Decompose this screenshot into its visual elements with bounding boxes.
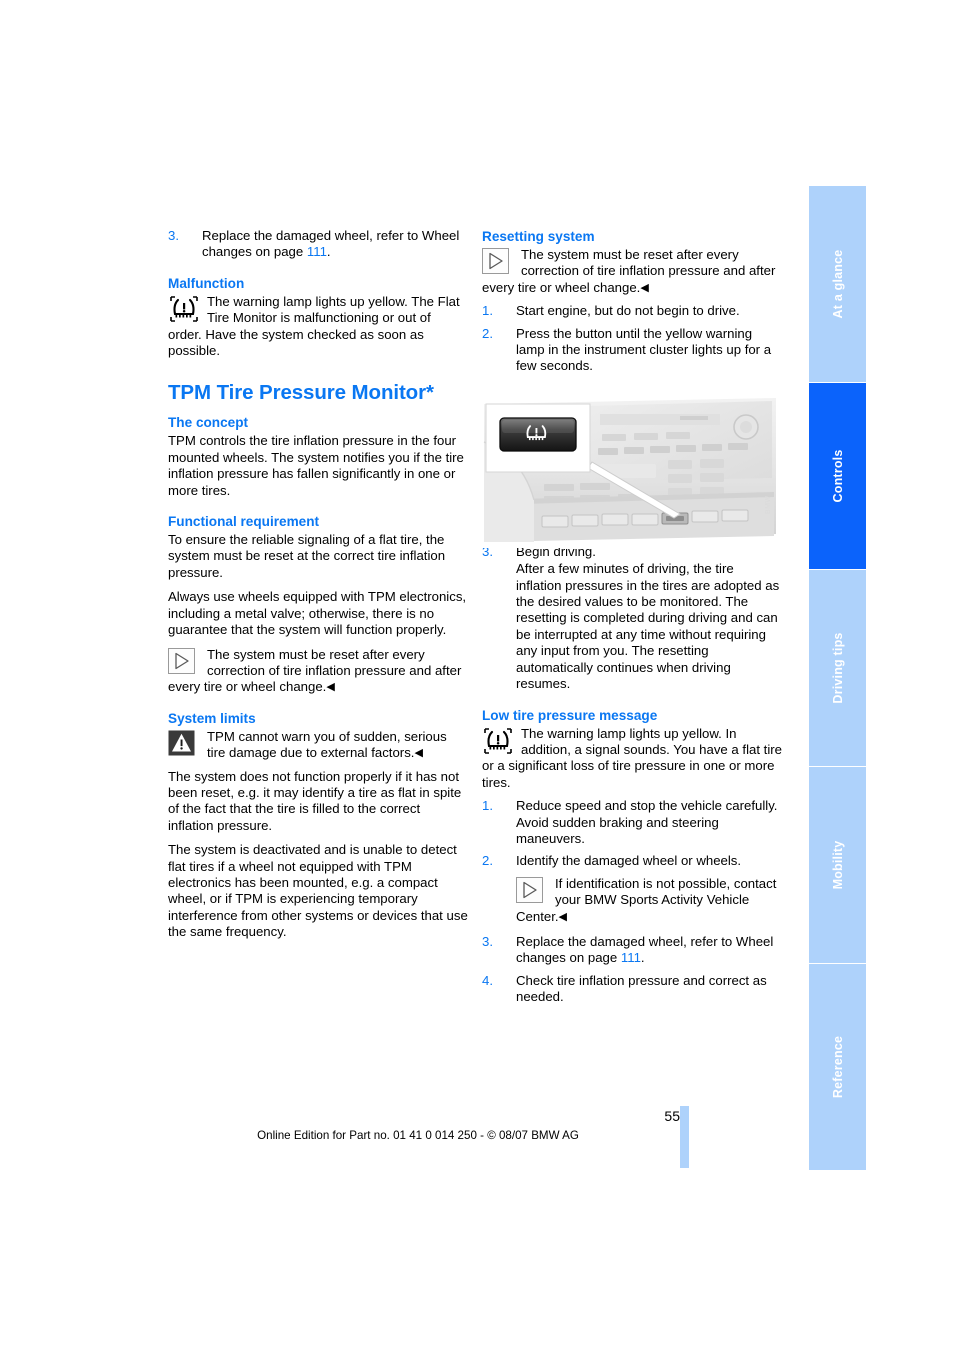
low-pressure-note: If identification is not possible, conta… (516, 876, 782, 925)
section-tab-strip: At a glance Controls Driving tips Mobili… (809, 186, 866, 1170)
step-number: 3. (482, 933, 493, 949)
system-limits-warning: TPM cannot warn you of sudden, serious t… (168, 729, 468, 762)
heading-the-concept: The concept (168, 415, 249, 431)
concept-paragraph: TPM controls the tire inflation pressure… (168, 433, 464, 498)
step-text-end: . (640, 950, 645, 966)
step-text: Check tire inflation pressure and correc… (516, 972, 767, 1005)
tab-label: Controls (830, 449, 845, 503)
sidebar-item-mobility[interactable]: Mobility (809, 767, 866, 963)
manual-page: 3. Replace the damaged wheel, refer to Wh… (0, 0, 954, 1350)
end-mark: ◀ (326, 681, 335, 694)
sidebar-item-driving-tips[interactable]: Driving tips (809, 570, 866, 766)
note-triangle-icon (168, 647, 202, 678)
center-console-tpm-button-illustration: BMW (482, 396, 778, 548)
resetting-note: The system must be reset after every cor… (482, 247, 782, 296)
functional-note-text: The system must be reset after every cor… (168, 646, 462, 695)
end-mark: ◀ (414, 747, 423, 760)
list-item: 3. Replace the damaged wheel, refer to Wh… (168, 228, 468, 261)
list-item: 2. Identify the damaged wheel or wheels. (482, 853, 782, 869)
list-item: 3. Replace the damaged wheel, refer to Wh… (482, 934, 782, 967)
low-pressure-warning: The warning lamp lights up yellow. In ad… (482, 726, 782, 792)
low-pressure-warning-text: The warning lamp lights up yellow. In ad… (482, 725, 783, 790)
list-item: 2. Press the button until the yellow warn… (482, 326, 782, 375)
heading-low-tire-pressure-message: Low tire pressure message (482, 707, 658, 723)
tire-warning-icon (482, 727, 516, 757)
tab-label: Driving tips (830, 632, 845, 704)
list-item: 4. Check tire inflation pressure and corr… (482, 973, 782, 1006)
svg-text:BMW: BMW (765, 495, 772, 514)
step-number: 1. (482, 798, 493, 814)
top-step-list: 3. Replace the damaged wheel, refer to Wh… (168, 228, 468, 261)
page-number-bar (680, 1106, 689, 1168)
low-pressure-note-text: If identification is not possible, conta… (516, 875, 777, 924)
step-number: 2. (482, 325, 493, 341)
step-text: Press the button until the yellow warnin… (516, 325, 772, 374)
system-limits-paragraph-1: The system does not function properly if… (168, 768, 462, 833)
malfunction-note: The warning lamp lights up yellow. The F… (168, 294, 468, 360)
footer-imprint: Online Edition for Part no. 01 41 0 014 … (257, 1129, 579, 1142)
tab-label: Mobility (830, 840, 845, 890)
end-mark: ◀ (640, 281, 649, 294)
list-item: 1. Start engine, but do not begin to driv… (482, 303, 782, 319)
step-number: 2. (482, 853, 493, 869)
step-text: Replace the damaged wheel, refer to Whee… (202, 228, 460, 260)
tire-warning-icon (168, 295, 202, 325)
step-text-end: . (326, 244, 331, 260)
list-item: 3. Begin driving. After a few minutes of … (482, 544, 782, 693)
low-pressure-steps-2: 3. Replace the damaged wheel, refer to Wh… (482, 934, 782, 1006)
step-text: Replace the damaged wheel, refer to Whee… (516, 933, 774, 966)
step-text: Start engine, but do not begin to drive. (516, 303, 740, 319)
resetting-note-text: The system must be reset after every cor… (482, 247, 776, 295)
heading-system-limits: System limits (168, 710, 256, 726)
tab-label: Reference (830, 1035, 845, 1099)
list-item: 1. Reduce speed and stop the vehicle care… (482, 798, 782, 847)
heading-resetting-system: Resetting system (482, 229, 595, 244)
note-triangle-icon (516, 876, 550, 907)
step-number: 3. (168, 228, 179, 243)
left-column: 3. Replace the damaged wheel, refer to Wh… (168, 228, 468, 949)
heading-functional-requirement: Functional requirement (168, 514, 320, 530)
resetting-step-3: 3. Begin driving. After a few minutes of … (482, 544, 782, 693)
step-number: 4. (482, 972, 493, 988)
warning-triangle-icon (168, 730, 202, 760)
page-title: TPM Tire Pressure Monitor* (168, 381, 434, 405)
step-text: Reduce speed and stop the vehicle carefu… (516, 798, 778, 846)
resetting-steps: 1. Start engine, but do not begin to driv… (482, 303, 782, 375)
functional-note: The system must be reset after every cor… (168, 647, 468, 696)
page-reference-link[interactable]: 111 (307, 244, 327, 259)
heading-malfunction: Malfunction (168, 275, 245, 291)
right-column: Resetting system The system must be rese… (482, 228, 782, 1012)
functional-paragraph-2: Always use wheels equipped with TPM elec… (168, 589, 467, 638)
step-number: 1. (482, 303, 493, 319)
end-mark: ◀ (558, 910, 567, 923)
system-limits-warning-text: TPM cannot warn you of sudden, serious t… (207, 728, 447, 761)
page-number: 55 (664, 1108, 680, 1124)
step-text: Identify the damaged wheel or wheels. (516, 853, 742, 869)
functional-paragraph-1: To ensure the reliable signaling of a fl… (168, 532, 446, 580)
sidebar-item-controls[interactable]: Controls (809, 383, 866, 569)
system-limits-paragraph-2: The system is deactivated and is unable … (168, 842, 468, 940)
sidebar-item-reference[interactable]: Reference (809, 964, 866, 1170)
step-subtext: After a few minutes of driving, the tire… (516, 561, 780, 692)
sidebar-item-at-a-glance[interactable]: At a glance (809, 186, 866, 382)
note-triangle-icon (482, 248, 516, 278)
tab-label: At a glance (830, 249, 845, 319)
page-reference-link[interactable]: 111 (621, 950, 641, 965)
low-pressure-steps: 1. Reduce speed and stop the vehicle care… (482, 798, 782, 870)
malfunction-note-text: The warning lamp lights up yellow. The F… (168, 293, 460, 359)
